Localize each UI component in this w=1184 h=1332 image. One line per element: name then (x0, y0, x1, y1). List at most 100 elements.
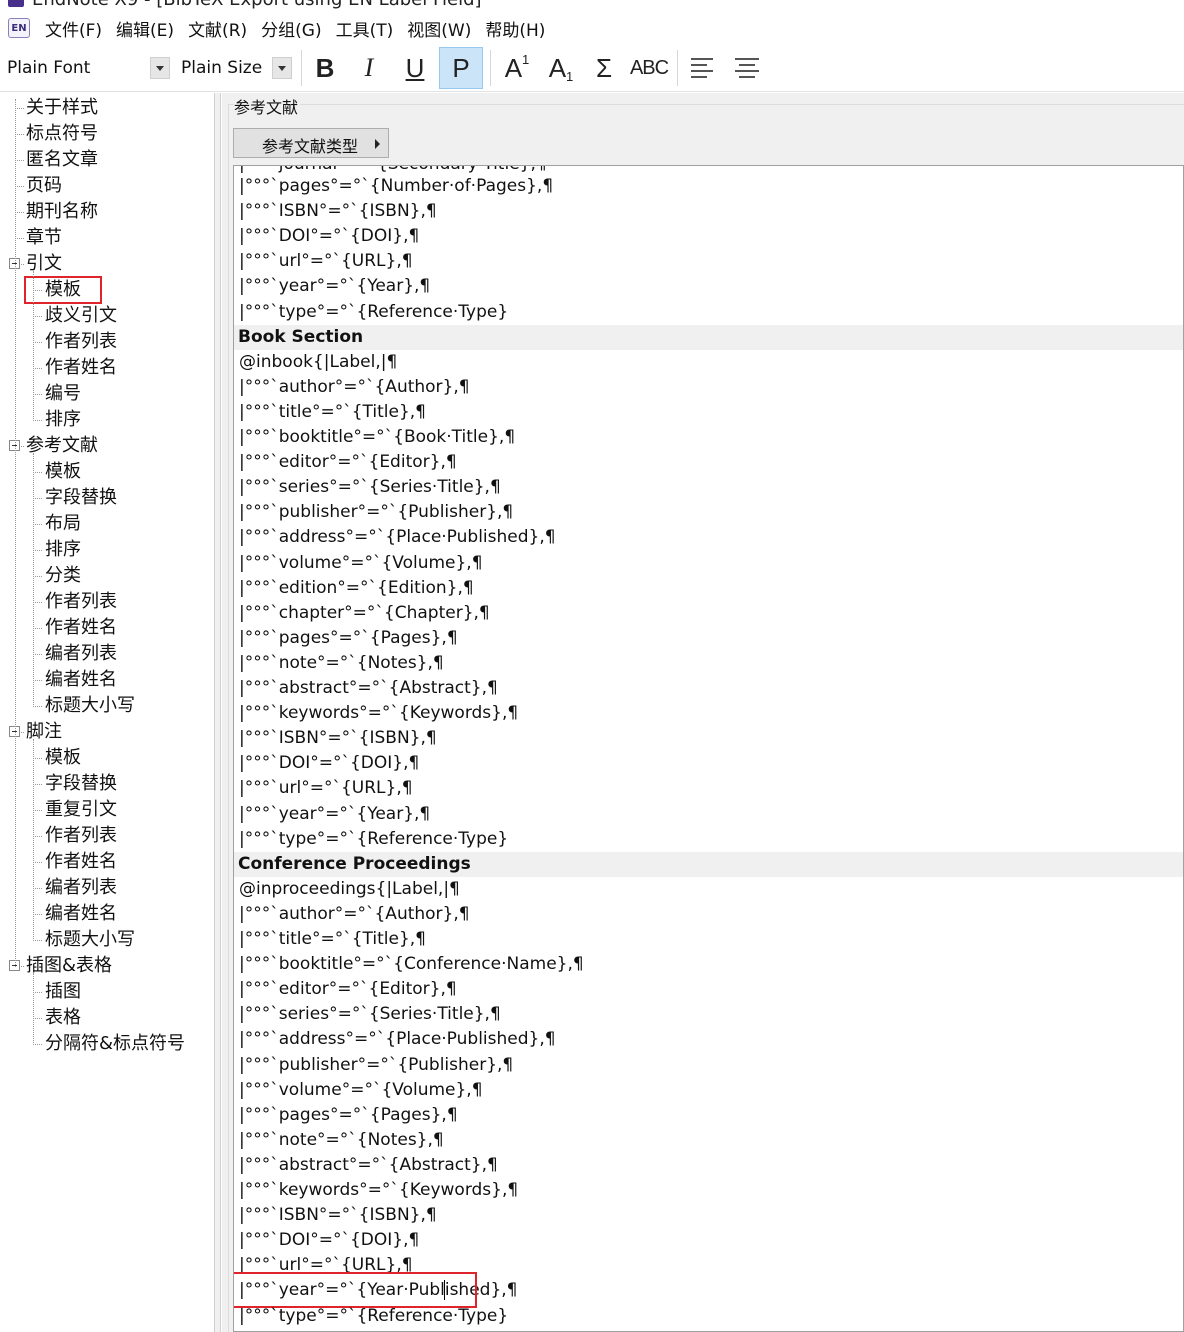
tree-item[interactable]: 标题大小写 (45, 693, 135, 719)
tree-item[interactable]: 作者列表 (45, 589, 117, 615)
superscript-button[interactable]: A1 (497, 48, 537, 88)
subscript-base: A (548, 52, 567, 83)
plain-text-button[interactable]: P (439, 47, 483, 89)
template-line: |°°°`keywords°=°`{Keywords},¶ (239, 703, 519, 724)
tree-connector (33, 940, 42, 941)
tree-connector (33, 1044, 42, 1045)
tree-connector (33, 498, 42, 499)
tree-item[interactable]: 重复引文 (45, 797, 117, 823)
template-line: |°°°`DOI°=°`{DOI},¶ (239, 1230, 420, 1251)
tree-branch-line (33, 973, 34, 1045)
template-line: |°°°`editor°=°`{Editor},¶ (239, 979, 457, 1000)
tree-item[interactable]: 插图 (45, 979, 81, 1005)
menu-item[interactable]: 编辑(E) (109, 16, 181, 41)
tree-item[interactable]: 作者姓名 (45, 849, 117, 875)
tree-item[interactable]: 编者列表 (45, 641, 117, 667)
align-center-icon[interactable] (735, 58, 759, 78)
menu-item[interactable]: 工具(T) (329, 16, 401, 41)
tree-item[interactable]: 关于样式 (26, 95, 98, 121)
tree-item[interactable]: 标点符号 (26, 121, 98, 147)
subscript-mark: 1 (566, 68, 574, 84)
tree-item[interactable]: 插图&表格 (26, 953, 112, 979)
tree-item[interactable]: 章节 (26, 225, 62, 251)
size-dropdown-arrow-icon[interactable] (272, 57, 292, 79)
tree-item[interactable]: 作者姓名 (45, 355, 117, 381)
tree-connector (33, 836, 42, 837)
template-line: |°°°`type°=°`{Reference·Type} (239, 828, 509, 849)
font-dropdown[interactable]: Plain Font (0, 54, 172, 82)
tree-connector (33, 628, 42, 629)
en-style-icon[interactable]: EN (8, 18, 30, 38)
chevron-right-icon (375, 139, 380, 149)
tree-connector (15, 186, 24, 187)
tree-item[interactable]: 作者列表 (45, 823, 117, 849)
menu-item[interactable]: 分组(G) (254, 16, 328, 41)
text-cursor (444, 1280, 445, 1301)
tree-connector (33, 992, 42, 993)
template-editor[interactable]: |°°°`journal°=°`{Secondary·Title},¶ |°°°… (233, 165, 1184, 1332)
reference-types-button[interactable]: 参考文献类型 (233, 128, 389, 158)
tree-item[interactable]: 脚注 (26, 719, 62, 745)
tree-item[interactable]: 参考文献 (26, 433, 98, 459)
tree-connector (33, 290, 42, 291)
menu-item[interactable]: 视图(W) (400, 16, 478, 41)
menu-item[interactable]: 文件(F) (38, 16, 109, 41)
tree-connector (33, 316, 42, 317)
tree-item[interactable]: 引文 (26, 251, 62, 277)
tree-branch-line (33, 271, 34, 421)
partial-line: |°°°`journal°=°`{Secondary·Title},¶ (239, 166, 547, 174)
window-title: EndNote X9 - [BibTeX Export using EN Lab… (32, 0, 482, 10)
menu-item[interactable]: 文献(R) (181, 16, 254, 41)
tree-item[interactable]: 分类 (45, 563, 81, 589)
template-line: |°°°`note°=°`{Notes},¶ (239, 652, 444, 673)
tree-item[interactable]: 字段替换 (45, 485, 117, 511)
tree-item[interactable]: 排序 (45, 537, 81, 563)
tree-item[interactable]: 表格 (45, 1005, 81, 1031)
tree-branch-line (33, 453, 34, 707)
section-heading: Conference Proceedings (234, 851, 1183, 877)
align-left-icon[interactable] (691, 58, 715, 78)
tree-item[interactable]: 作者姓名 (45, 615, 117, 641)
bold-button[interactable]: B (305, 48, 345, 88)
tree-connector (33, 706, 42, 707)
tree-item[interactable]: 编者列表 (45, 875, 117, 901)
tree-item[interactable]: 作者列表 (45, 329, 117, 355)
symbol-button[interactable]: Σ (584, 48, 624, 88)
tree-item[interactable]: 匿名文章 (26, 147, 98, 173)
tree-item[interactable]: 期刊名称 (26, 199, 98, 225)
tree-connector (33, 576, 42, 577)
tree-connector (15, 212, 24, 213)
template-line: |°°°`booktitle°=°`{Book·Title},¶ (239, 427, 516, 447)
template-line: |°°°`DOI°=°`{DOI},¶ (239, 226, 420, 247)
tree-item[interactable]: 编者姓名 (45, 667, 117, 693)
tree-item[interactable]: 模板 (45, 277, 81, 303)
italic-button[interactable]: I (349, 48, 389, 88)
endnote-app-icon (8, 0, 24, 7)
style-sections-tree: 关于样式 标点符号 匿名文章 页码 期刊名称 章节 引文 模板 歧义引文 作者列表 作者姓名 编号 排序… (0, 93, 215, 1332)
tree-item[interactable]: 分隔符&标点符号 (45, 1031, 185, 1057)
tree-connector (15, 134, 24, 135)
tree-item[interactable]: 标题大小写 (45, 927, 135, 953)
tree-item[interactable]: 模板 (45, 745, 81, 771)
template-line: |°°°`title°=°`{Title},¶ (239, 929, 426, 949)
tree-item[interactable]: 编者姓名 (45, 901, 117, 927)
small-caps-button[interactable]: ABC (628, 48, 670, 88)
tree-item[interactable]: 排序 (45, 407, 81, 433)
template-line: |°°°`abstract°=°`{Abstract},¶ (239, 1154, 498, 1175)
reference-types-label: 参考文献类型 (262, 137, 359, 156)
tree-item[interactable]: 页码 (26, 173, 62, 199)
tree-item[interactable]: 模板 (45, 459, 81, 485)
tree-item[interactable]: 歧义引文 (45, 303, 117, 329)
size-dropdown[interactable]: Plain Size (172, 54, 296, 82)
tree-item[interactable]: 布局 (45, 511, 81, 537)
font-dropdown-arrow-icon[interactable] (150, 57, 170, 79)
menu-item[interactable]: 帮助(H) (478, 16, 552, 41)
underline-button[interactable]: U (395, 48, 435, 88)
tree-item[interactable]: 字段替换 (45, 771, 117, 797)
template-line: |°°°`pages°=°`{Number·of·Pages},¶ (239, 176, 554, 196)
menu-bar: EN 文件(F) 编辑(E) 文献(R) 分组(G) 工具(T) 视图(W) 帮助(H) (0, 12, 1184, 44)
tree-item[interactable]: 编号 (45, 381, 81, 407)
template-line: |°°°`DOI°=°`{DOI},¶ (239, 753, 420, 774)
panel-splitter[interactable] (215, 93, 221, 1332)
subscript-button[interactable]: A1 (541, 48, 581, 88)
